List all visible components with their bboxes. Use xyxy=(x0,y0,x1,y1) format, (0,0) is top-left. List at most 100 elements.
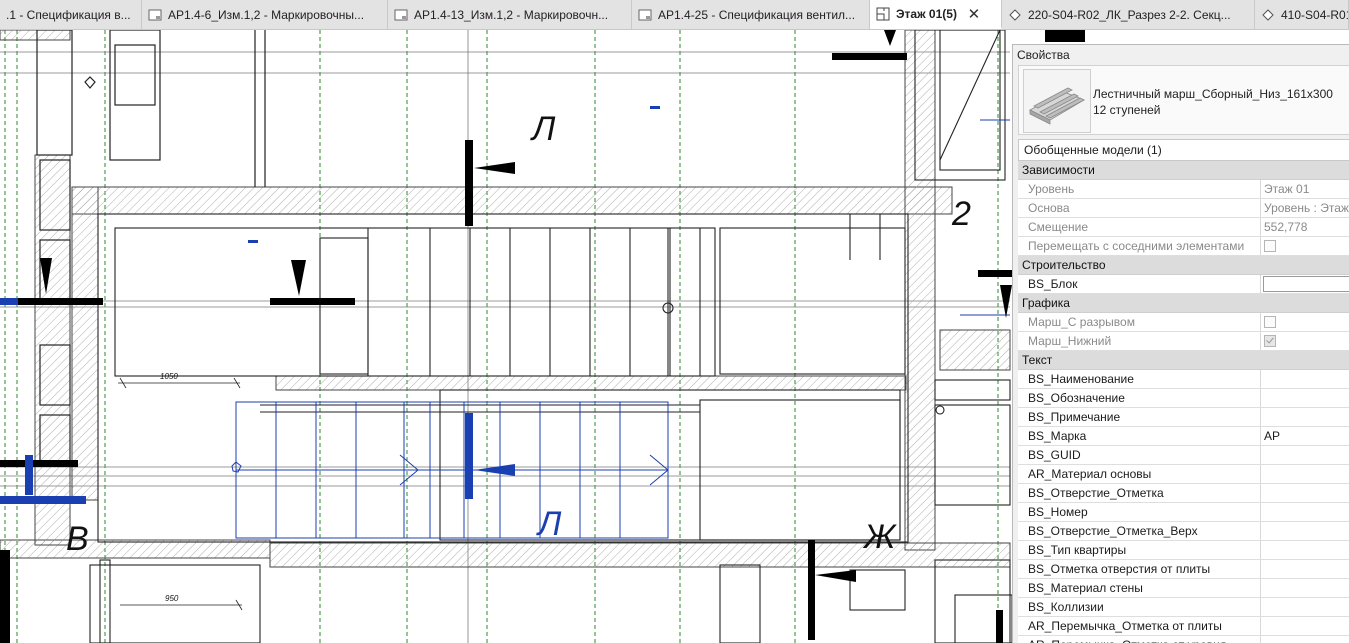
property-value[interactable] xyxy=(1261,579,1349,597)
property-value[interactable] xyxy=(1261,408,1349,426)
type-selector[interactable]: Лестничный марш_Сборный_Низ_161x300 12 с… xyxy=(1018,65,1349,135)
left-structures xyxy=(36,30,266,466)
view-tab-bar: .1 - Спецификация в... АР1.4-6_Изм.1,2 -… xyxy=(0,0,1349,30)
property-edit-field[interactable] xyxy=(1263,276,1349,292)
property-row[interactable]: AR_Перемычка_Отметка от плиты xyxy=(1018,617,1349,636)
property-name: BS_Отверстие_Отметка xyxy=(1018,484,1261,502)
property-checkbox[interactable] xyxy=(1264,240,1276,252)
property-name: BS_Примечание xyxy=(1018,408,1261,426)
group-header[interactable]: Зависимости xyxy=(1018,161,1349,180)
tab-label: АР1.4-6_Изм.1,2 - Маркировочны... xyxy=(168,7,365,22)
property-row[interactable]: BS_Материал стены xyxy=(1018,579,1349,598)
view-tab-6[interactable]: 410-S04-R01_... xyxy=(1255,0,1349,29)
axis-label-l-top: Л xyxy=(530,110,556,148)
property-row[interactable]: AR_Перемычка_Отметка от уровня xyxy=(1018,636,1349,643)
property-row[interactable]: Перемещать с соседними элементами xyxy=(1018,237,1349,256)
property-value[interactable]: АР xyxy=(1261,427,1349,445)
group-header[interactable]: Графика xyxy=(1018,294,1349,313)
property-value[interactable] xyxy=(1261,389,1349,407)
property-row[interactable]: BS_Тип квартиры xyxy=(1018,541,1349,560)
property-name: Смещение xyxy=(1018,218,1261,236)
properties-table: Зависимости Уровень Этаж 01 Основа Уровень :… xyxy=(1018,161,1349,643)
property-row[interactable]: BS_Блок xyxy=(1018,275,1349,294)
floor-plan-icon xyxy=(876,7,890,20)
property-row[interactable]: BS_Наименование xyxy=(1018,370,1349,389)
property-value[interactable] xyxy=(1261,332,1349,350)
sheet-icon xyxy=(148,9,162,20)
property-value[interactable] xyxy=(1261,503,1349,521)
property-row[interactable]: AR_Материал основы xyxy=(1018,465,1349,484)
instance-filter-dropdown[interactable]: Обобщенные модели (1) xyxy=(1018,139,1349,161)
property-value[interactable] xyxy=(1261,370,1349,388)
property-value[interactable] xyxy=(1261,617,1349,635)
stair-thumbnail-icon xyxy=(1023,69,1091,133)
property-name: AR_Перемычка_Отметка от плиты xyxy=(1018,617,1261,635)
property-name: BS_Марка xyxy=(1018,427,1261,445)
property-value[interactable] xyxy=(1261,237,1349,255)
axis-label-v: В xyxy=(66,520,89,558)
property-value[interactable] xyxy=(1261,446,1349,464)
property-value[interactable] xyxy=(1261,484,1349,502)
property-name: BS_Номер xyxy=(1018,503,1261,521)
property-name: AR_Материал основы xyxy=(1018,465,1261,483)
property-row[interactable]: BS_Коллизии xyxy=(1018,598,1349,617)
property-row[interactable]: ОсноваУровень : Этаж 01 xyxy=(1018,199,1349,218)
property-checkbox[interactable] xyxy=(1264,316,1276,328)
property-name: BS_Обозначение xyxy=(1018,389,1261,407)
property-name: BS_GUID xyxy=(1018,446,1261,464)
property-row[interactable]: BS_Отверстие_Отметка_Верх xyxy=(1018,522,1349,541)
view-tab-3[interactable]: АР1.4-25 - Спецификация вентил... xyxy=(632,0,870,29)
property-row[interactable]: BS_Отверстие_Отметка xyxy=(1018,484,1349,503)
property-row[interactable]: BS_Марка АР xyxy=(1018,427,1349,446)
property-value[interactable] xyxy=(1261,541,1349,559)
axis-label-zh: Ж xyxy=(862,518,897,556)
property-value[interactable]: Уровень : Этаж 01 xyxy=(1261,199,1349,217)
view-tab-2[interactable]: АР1.4-13_Изм.1,2 - Маркировочн... xyxy=(388,0,632,29)
property-row[interactable]: BS_Обозначение xyxy=(1018,389,1349,408)
selected-stair-flight[interactable] xyxy=(231,119,1010,539)
view-tab-1[interactable]: АР1.4-6_Изм.1,2 - Маркировочны... xyxy=(142,0,388,29)
property-row[interactable]: BS_Примечание xyxy=(1018,408,1349,427)
group-header[interactable]: Строительство xyxy=(1018,256,1349,275)
tab-label: .1 - Спецификация в... xyxy=(6,7,131,22)
property-value[interactable] xyxy=(1261,636,1349,643)
tab-label: 220-S04-R02_ЛК_Разрез 2-2. Секц... xyxy=(1028,7,1231,22)
property-row[interactable]: Марш_Нижний xyxy=(1018,332,1349,351)
property-checkbox[interactable] xyxy=(1264,335,1276,347)
group-header[interactable]: Текст xyxy=(1018,351,1349,370)
property-value[interactable] xyxy=(1261,560,1349,578)
property-name: BS_Тип квартиры xyxy=(1018,541,1261,559)
property-value[interactable] xyxy=(1261,465,1349,483)
dimension-950: 950 xyxy=(165,594,179,603)
type-subtitle: 12 ступеней xyxy=(1093,103,1161,117)
property-value[interactable] xyxy=(1261,598,1349,616)
dimension-lines xyxy=(118,377,243,611)
property-name: BS_Блок xyxy=(1018,275,1261,293)
walls xyxy=(0,30,1011,568)
property-row[interactable]: Смещение 552,778 xyxy=(1018,218,1349,237)
section-view-icon xyxy=(1009,8,1021,21)
property-row[interactable]: BS_Номер xyxy=(1018,503,1349,522)
property-row[interactable]: BS_Отметка отверстия от плиты xyxy=(1018,560,1349,579)
property-value[interactable] xyxy=(1261,522,1349,540)
property-value[interactable]: 552,778 xyxy=(1261,218,1349,236)
type-name: Лестничный марш_Сборный_Низ_161x300 xyxy=(1093,87,1333,101)
close-tab-icon[interactable]: ✕ xyxy=(967,5,981,23)
property-row[interactable]: BS_GUID xyxy=(1018,446,1349,465)
property-value[interactable] xyxy=(1261,313,1349,331)
dimension-1050: 1050 xyxy=(160,372,178,381)
property-name: Марш_С разрывом xyxy=(1018,313,1261,331)
view-tab-5[interactable]: 220-S04-R02_ЛК_Разрез 2-2. Секц... xyxy=(1002,0,1255,29)
property-value[interactable] xyxy=(1261,275,1349,293)
tab-label: Этаж 01(5) xyxy=(896,6,957,21)
properties-panel: Свойства Лестничный марш_Сборный_Низ_161… xyxy=(1012,44,1349,643)
property-name: BS_Коллизии xyxy=(1018,598,1261,616)
property-row[interactable]: Уровень Этаж 01 xyxy=(1018,180,1349,199)
view-tab-0[interactable]: .1 - Спецификация в... xyxy=(0,0,142,29)
property-name: BS_Отверстие_Отметка_Верх xyxy=(1018,522,1261,540)
sheet-icon xyxy=(638,9,652,20)
view-tab-4[interactable]: Этаж 01(5) ✕ xyxy=(870,0,1002,29)
property-name: Марш_Нижний xyxy=(1018,332,1261,350)
property-value[interactable]: Этаж 01 xyxy=(1261,180,1349,198)
property-row[interactable]: Марш_С разрывом xyxy=(1018,313,1349,332)
